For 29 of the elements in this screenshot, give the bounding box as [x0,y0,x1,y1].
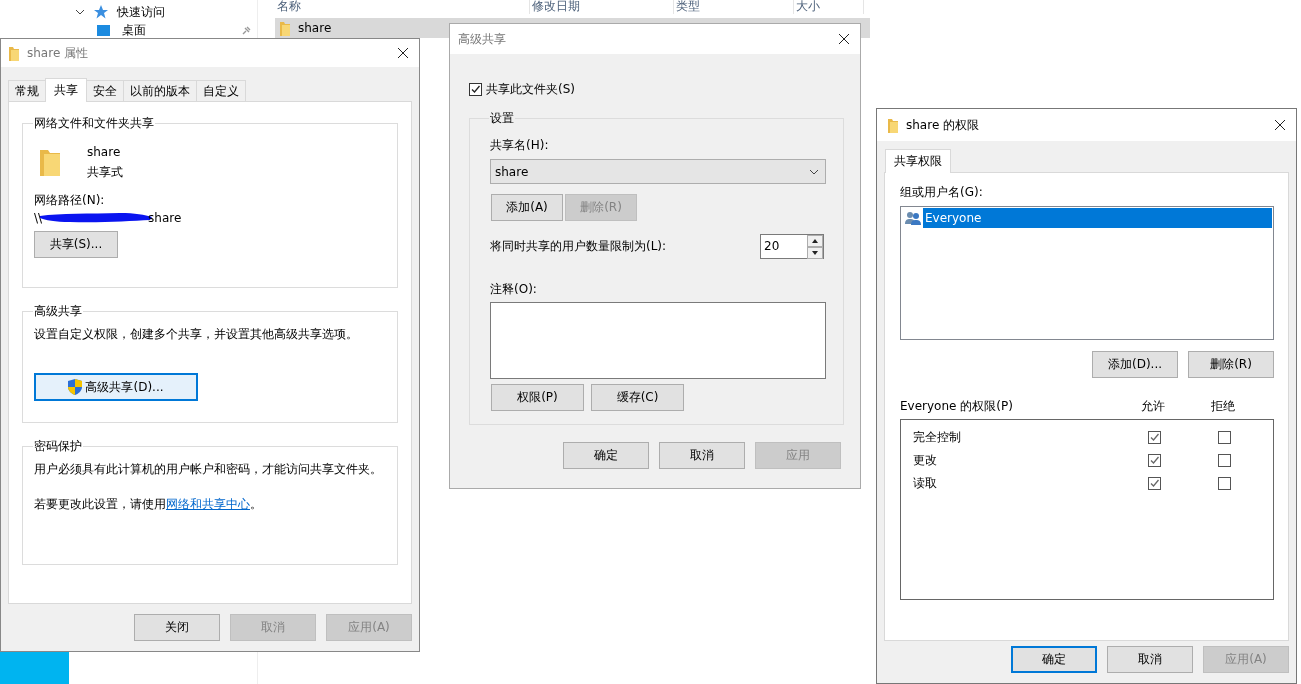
field-label: 共享名(H): [490,137,550,153]
field-label: 注释(O): [490,281,538,297]
group-title: 密码保护 [33,439,83,453]
permission-name: 更改 [912,452,938,469]
field-label: 将同时共享的用户数量限制为(L): [490,238,667,255]
hint-text: 若要更改此设置，请使用网络和共享中心。 [34,497,263,511]
nav-label: 快速访问 [117,4,165,20]
folder-name: share [87,144,122,161]
group-title: 高级共享 [33,304,83,318]
checkbox-label: 共享此文件夹(S) [486,81,575,97]
permission-name: 完全控制 [912,429,962,446]
field-label: 组或用户名(G): [900,184,984,200]
group-title: 网络文件和文件夹共享 [33,116,155,130]
file-name: share [298,21,332,35]
network-path: \\ [34,210,43,227]
field-label: Everyone 的权限(P) [900,399,1014,413]
permission-name: 读取 [912,475,938,492]
window-title: 高级共享 [458,31,506,47]
network-path: share [148,210,182,227]
description-text: 用户必须具有此计算机的用户帐户和密码，才能访问共享文件夹。 [34,462,383,476]
group-title: 设置 [489,111,515,125]
column-header: 拒绝 [1210,399,1236,413]
window-title: share 的权限 [906,117,980,133]
nav-label: 桌面 [122,22,146,38]
share-status: 共享式 [87,164,123,181]
description-text: 设置自定义权限，创建多个共享，并设置其他高级共享选项。 [34,327,359,341]
window-title: share 属性 [27,45,89,61]
field-label: 网络路径(N): [34,192,106,209]
column-header: 允许 [1140,399,1166,413]
